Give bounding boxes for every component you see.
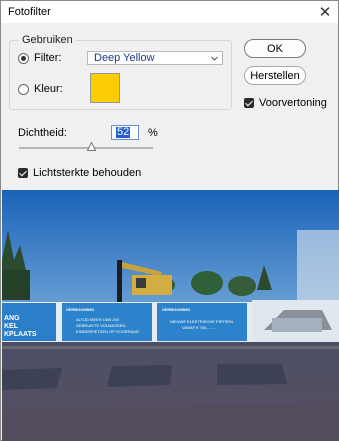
preview-checkbox[interactable] xyxy=(244,98,254,108)
filter-select-value: Deep Yellow xyxy=(94,52,155,64)
use-group: Gebruiken xyxy=(9,34,232,110)
title-bar: Fotofilter ✕ xyxy=(1,1,338,23)
close-button[interactable]: ✕ xyxy=(312,1,338,23)
density-label: Dichtheid: xyxy=(18,127,67,139)
use-group-legend: Gebruiken xyxy=(22,34,73,46)
photo-filter-dialog: Fotofilter ✕ Gebruiken Filter: Deep Yell… xyxy=(0,0,339,441)
ok-button[interactable]: OK xyxy=(244,39,306,58)
filter-radio[interactable] xyxy=(18,53,29,64)
density-slider-thumb[interactable] xyxy=(87,142,96,151)
density-slider-track[interactable] xyxy=(19,147,153,149)
construction-site-photo: ANG KEL KPLAATS VERBOUWING ALTIJD MEER D… xyxy=(2,190,339,441)
reset-button[interactable]: Herstellen xyxy=(244,66,306,85)
filter-radio-label[interactable]: Filter: xyxy=(34,52,62,64)
close-icon: ✕ xyxy=(318,4,332,21)
banner-center-left-line-2: ALTIJD MEER DAN 200 xyxy=(76,317,120,322)
banner-center-left-line-1: VERBOUWING xyxy=(66,307,94,312)
preview-image: ANG KEL KPLAATS VERBOUWING ALTIJD MEER D… xyxy=(2,190,339,441)
chevron-down-icon xyxy=(211,56,218,61)
banner-left-line-2: KEL xyxy=(4,323,19,330)
luminosity-checkbox-label[interactable]: Lichtsterkte behouden xyxy=(33,167,141,179)
banner-center-right-line-3: VANAF € 750,- ...... xyxy=(182,325,216,330)
density-unit: % xyxy=(148,127,158,139)
density-value: 52 xyxy=(116,126,131,138)
banner-center-left-line-3: GEBRUIKTE VOLWASSEN... xyxy=(76,323,128,328)
density-input[interactable]: 52 xyxy=(111,125,139,140)
color-radio-label[interactable]: Kleur: xyxy=(34,83,63,95)
banner-left-line-3: KPLAATS xyxy=(4,331,37,338)
banner-center-left-line-4: KINDERFIETSEN OP VOORRAAD xyxy=(76,329,139,334)
banner-left-line-1: ANG xyxy=(4,315,20,322)
luminosity-checkbox[interactable] xyxy=(18,168,28,178)
banner-center-right-line-2: NIEUWE ELEKTRISCHE FIETSEN xyxy=(170,319,233,324)
window-title: Fotofilter xyxy=(8,6,51,18)
filter-select[interactable]: Deep Yellow xyxy=(87,51,223,65)
color-swatch[interactable] xyxy=(90,73,120,103)
preview-checkbox-label[interactable]: Voorvertoning xyxy=(259,97,327,109)
banner-center-right-line-1: VERBOUWING xyxy=(162,307,190,312)
color-radio[interactable] xyxy=(18,84,29,95)
